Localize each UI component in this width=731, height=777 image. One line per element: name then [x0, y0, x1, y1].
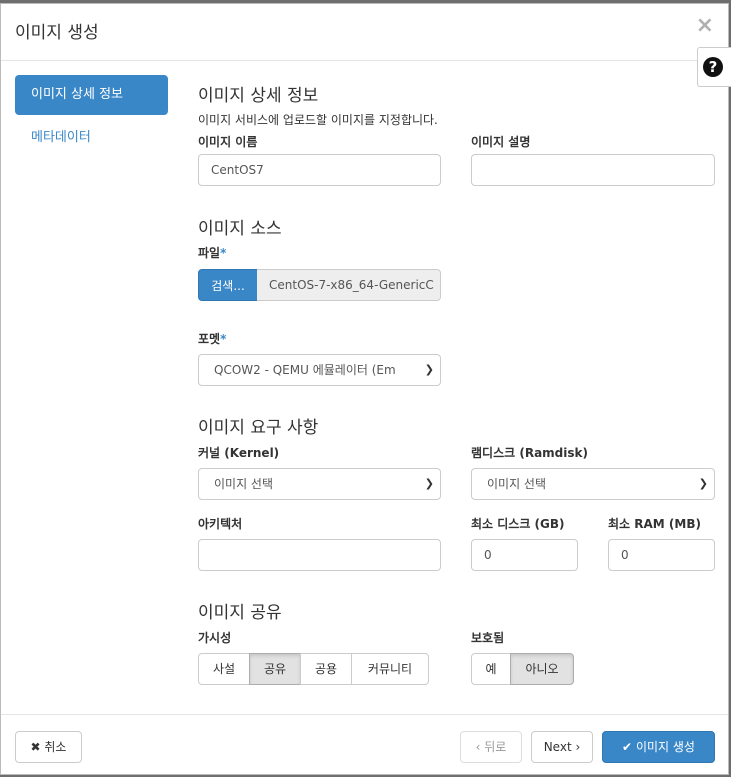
- image-description-label: 이미지 설명: [471, 135, 531, 149]
- kernel-select-value: 이미지 선택: [214, 477, 274, 491]
- min-ram-input[interactable]: 0: [608, 539, 715, 571]
- visibility-private-button[interactable]: 사설: [198, 653, 250, 685]
- check-icon: ✔: [622, 740, 633, 754]
- modal-header: 이미지 생성 ×: [1, 4, 728, 61]
- image-name-label: 이미지 이름: [198, 135, 258, 149]
- file-label-text: 파일: [198, 246, 221, 260]
- visibility-toggle-group: 사설 공유 공용 커뮤니티: [198, 653, 429, 685]
- required-mark: *: [220, 246, 227, 260]
- section-title-sharing: 이미지 공유: [198, 603, 282, 623]
- ramdisk-select-value: 이미지 선택: [487, 477, 547, 491]
- file-label: 파일*: [198, 244, 226, 261]
- image-name-input[interactable]: CentOS7: [198, 154, 441, 186]
- file-name-display: CentOS-7-x86_64-GenericC: [257, 269, 441, 301]
- cancel-button[interactable]: ✖ 취소: [15, 731, 82, 763]
- modal-title: 이미지 생성: [15, 23, 99, 43]
- protected-no-button[interactable]: 아니오: [510, 653, 574, 685]
- format-label-text: 포멧: [198, 332, 221, 346]
- create-image-button-label: 이미지 생성: [635, 740, 695, 754]
- section-title-source: 이미지 소스: [198, 219, 282, 239]
- create-image-modal: 이미지 생성 × 이미지 상세 정보 메타데이터 이미지 상세 정보 이미지 서…: [0, 3, 729, 775]
- min-disk-label: 최소 디스크 (GB): [471, 517, 565, 531]
- details-hint: 이미지 서비스에 업로드할 이미지를 지정합니다.: [198, 113, 438, 127]
- chevron-down-icon: ❯: [424, 477, 434, 490]
- help-button[interactable]: ?: [697, 47, 731, 87]
- architecture-input[interactable]: [198, 539, 441, 571]
- image-description-input[interactable]: [471, 154, 715, 186]
- chevron-down-icon: ❯: [424, 363, 434, 376]
- ramdisk-select[interactable]: 이미지 선택 ❯: [471, 468, 715, 500]
- required-mark: *: [220, 332, 227, 346]
- format-select-value: QCOW2 - QEMU 에뮬레이터 (Em: [214, 363, 396, 377]
- nav-item-image-details[interactable]: 이미지 상세 정보: [15, 75, 168, 115]
- nav-item-metadata[interactable]: 메타데이터: [31, 126, 91, 145]
- ramdisk-label: 램디스크 (Ramdisk): [471, 446, 588, 460]
- protected-toggle-group: 예 아니오: [471, 653, 574, 685]
- min-ram-label: 최소 RAM (MB): [608, 517, 701, 531]
- back-button[interactable]: ‹ 뒤로: [460, 731, 522, 763]
- modal-footer: [1, 714, 728, 715]
- section-title-requirements: 이미지 요구 사항: [198, 418, 319, 438]
- browse-button[interactable]: 검색...: [198, 269, 258, 301]
- visibility-community-button[interactable]: 커뮤니티: [351, 653, 429, 685]
- visibility-label: 가시성: [198, 631, 232, 645]
- chevron-down-icon: ❯: [698, 477, 708, 490]
- protected-label: 보호됨: [471, 631, 505, 645]
- close-icon: ✖: [30, 740, 41, 754]
- create-image-button[interactable]: ✔ 이미지 생성: [602, 731, 715, 763]
- min-disk-input[interactable]: 0: [471, 539, 578, 571]
- kernel-select[interactable]: 이미지 선택 ❯: [198, 468, 441, 500]
- close-icon[interactable]: ×: [696, 15, 714, 37]
- next-button[interactable]: Next ›: [531, 731, 593, 763]
- format-label: 포멧*: [198, 330, 226, 347]
- architecture-label: 아키텍처: [198, 517, 243, 531]
- format-select[interactable]: QCOW2 - QEMU 에뮬레이터 (Em ❯: [198, 354, 441, 386]
- section-title-details: 이미지 상세 정보: [198, 86, 319, 106]
- cancel-button-label: 취소: [44, 740, 67, 754]
- protected-yes-button[interactable]: 예: [471, 653, 511, 685]
- question-icon: ?: [703, 57, 723, 77]
- kernel-label: 커널 (Kernel): [198, 446, 280, 460]
- visibility-shared-button[interactable]: 공유: [249, 653, 301, 685]
- visibility-public-button[interactable]: 공용: [300, 653, 352, 685]
